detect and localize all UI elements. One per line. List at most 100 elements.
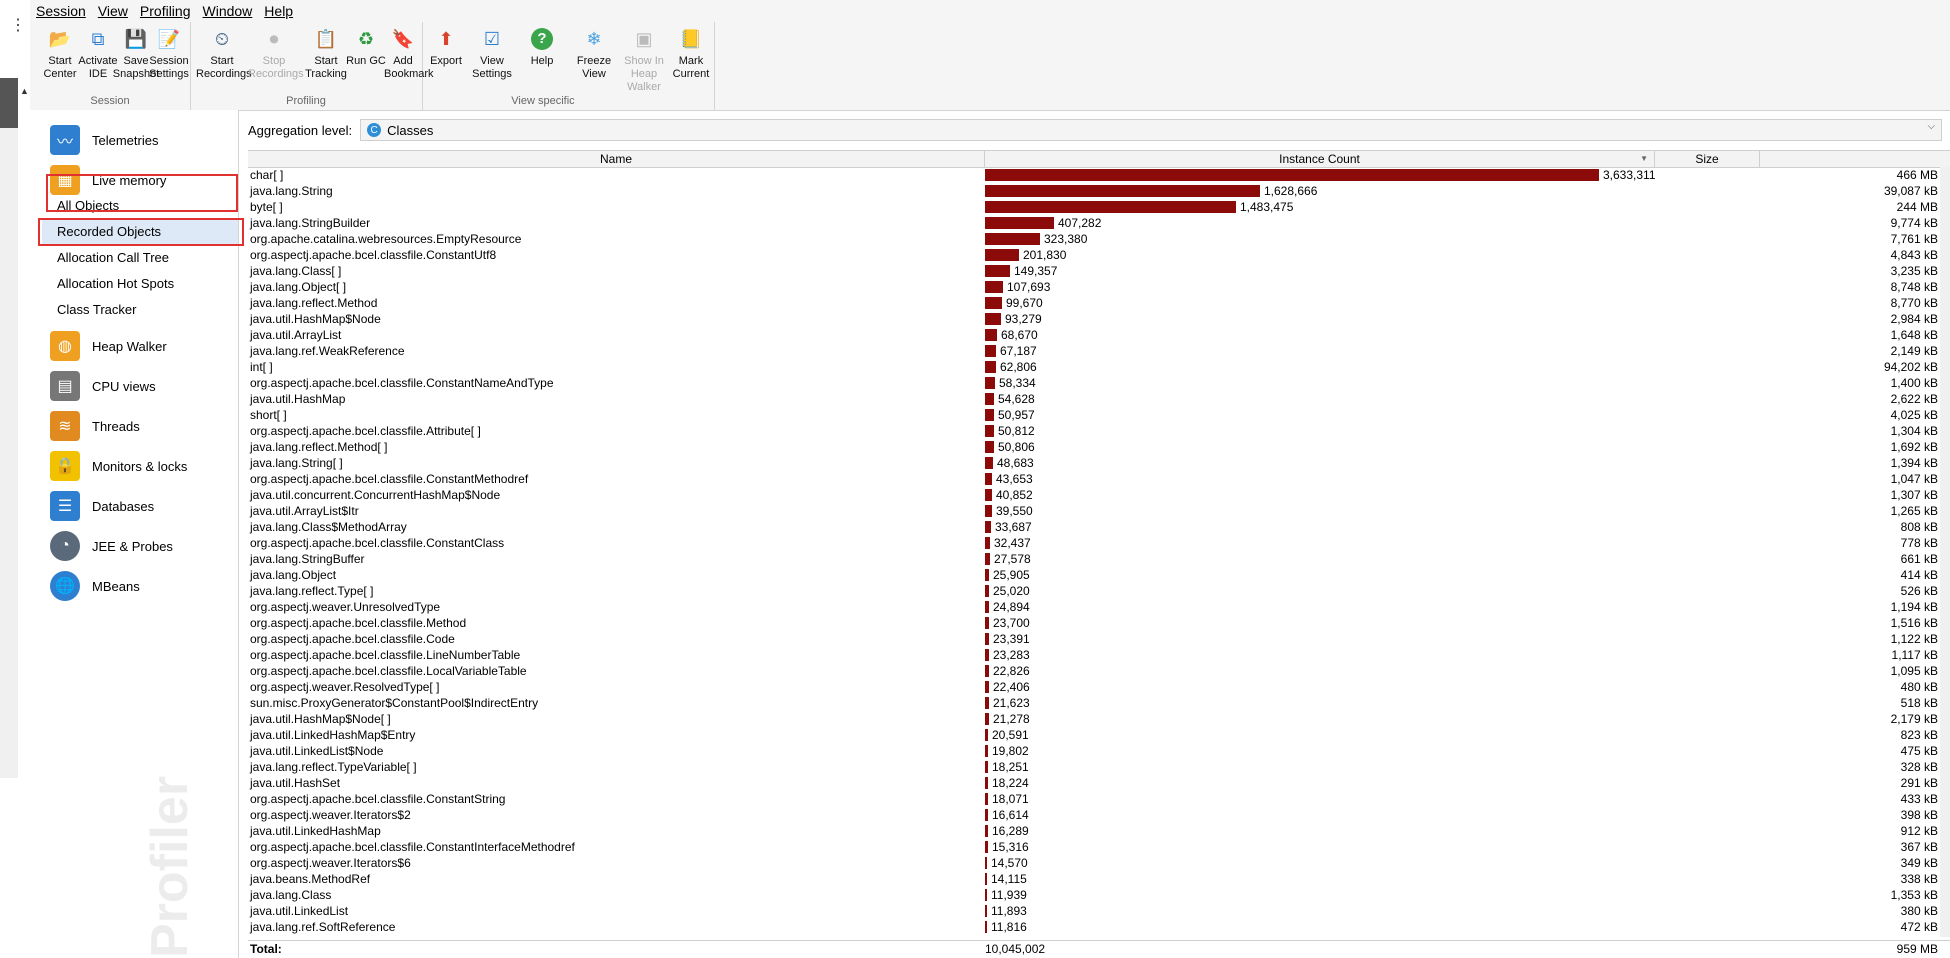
table-row[interactable]: org.aspectj.apache.bcel.classfile.LineNu… [248, 647, 1950, 663]
instance-count-bar [985, 249, 1019, 261]
table-row[interactable]: org.aspectj.weaver.UnresolvedType 24,894 1… [248, 599, 1950, 615]
table-row[interactable]: java.lang.ref.WeakReference 67,187 2,149 k… [248, 343, 1950, 359]
sidebar-item-telemetries[interactable]: 〰 Telemetries [50, 120, 230, 160]
table-row[interactable]: java.util.HashSet 18,224 291 kB [248, 775, 1950, 791]
table-row[interactable]: org.aspectj.weaver.ResolvedType[ ] 22,406… [248, 679, 1950, 695]
table-row[interactable]: org.aspectj.apache.bcel.classfile.Code 23… [248, 631, 1950, 647]
aggregation-select[interactable]: C Classes ⌵ [360, 119, 1943, 141]
instance-count-cell: 62,806 [1000, 360, 1037, 374]
instance-count-bar [985, 425, 994, 437]
collapse-up-icon[interactable]: ▲ [20, 86, 29, 96]
table-row[interactable]: org.aspectj.apache.bcel.classfile.LocalV… [248, 663, 1950, 679]
subitem-allocation-call-tree[interactable]: Allocation Call Tree [57, 246, 169, 270]
show-in-heap-walker-button[interactable]: ▣ Show In Heap Walker [616, 26, 672, 94]
table-row[interactable]: org.aspectj.apache.bcel.classfile.Method… [248, 615, 1950, 631]
highlight-box-live-memory [46, 174, 238, 212]
view-settings-button[interactable]: ☑ View Settings [466, 26, 518, 81]
instance-count-bar [985, 841, 988, 853]
session-settings-button[interactable]: 📝 Session Settings [148, 26, 190, 81]
mark-current-button[interactable]: 📒 Mark Current [668, 26, 714, 81]
instance-count-cell: 67,187 [1000, 344, 1037, 358]
class-name-cell: java.util.LinkedList$Node [250, 744, 384, 758]
help-icon: ? [529, 26, 555, 52]
more-options-icon[interactable]: ⋮ [10, 18, 26, 34]
table-row[interactable]: java.lang.String 1,628,666 39,087 kB [248, 183, 1950, 199]
table-row[interactable]: java.lang.reflect.TypeVariable[ ] 18,251 3… [248, 759, 1950, 775]
table-row[interactable]: java.lang.reflect.Type[ ] 25,020 526 kB [248, 583, 1950, 599]
table-row[interactable]: java.lang.Object[ ] 107,693 8,748 kB [248, 279, 1950, 295]
table-row[interactable]: org.aspectj.apache.bcel.classfile.Consta… [248, 247, 1950, 263]
recycle-icon: ♻ [357, 28, 375, 49]
export-button[interactable]: ⬆ Export [426, 26, 466, 68]
table-row[interactable]: java.lang.StringBuffer 27,578 661 kB [248, 551, 1950, 567]
table-row[interactable]: java.lang.reflect.Method[ ] 50,806 1,692 k… [248, 439, 1950, 455]
run-gc-button[interactable]: ♻ Run GC [346, 26, 386, 68]
menu-window[interactable]: Window [203, 3, 253, 19]
table-row[interactable]: java.beans.MethodRef 14,115 338 kB [248, 871, 1950, 887]
table-row[interactable]: int[ ] 62,806 94,202 kB [248, 359, 1950, 375]
instance-count-bar [985, 793, 988, 805]
table-row[interactable]: org.aspectj.apache.bcel.classfile.Consta… [248, 375, 1950, 391]
table-row[interactable]: java.lang.Class[ ] 149,357 3,235 kB [248, 263, 1950, 279]
table-row[interactable]: org.aspectj.apache.bcel.classfile.Consta… [248, 471, 1950, 487]
vertical-scrollbar[interactable] [1940, 167, 1950, 937]
table-row[interactable]: short[ ] 50,957 4,025 kB [248, 407, 1950, 423]
table-row[interactable]: java.util.concurrent.ConcurrentHashMap$N… [248, 487, 1950, 503]
table-row[interactable]: java.lang.Object 25,905 414 kB [248, 567, 1950, 583]
column-header-instance-count[interactable]: Instance Count ▼ [985, 151, 1655, 167]
sidebar-item-heap-walker[interactable]: ◍ Heap Walker [50, 326, 230, 366]
menubar: Session View Profiling Window Help [36, 0, 305, 22]
table-row[interactable]: org.aspectj.weaver.Iterators$2 16,614 398 … [248, 807, 1950, 823]
menu-view[interactable]: View [98, 3, 128, 19]
sidebar-item-mbeans[interactable]: 🌐 MBeans [50, 566, 230, 606]
sidebar-item-monitors-locks[interactable]: 🔒 Monitors & locks [50, 446, 230, 486]
table-row[interactable]: java.util.LinkedHashMap$Entry 20,591 823 k… [248, 727, 1950, 743]
table-row[interactable]: java.lang.reflect.Method 99,670 8,770 kB [248, 295, 1950, 311]
table-row[interactable]: org.apache.catalina.webresources.EmptyRe… [248, 231, 1950, 247]
sidebar-item-threads[interactable]: ≋ Threads [50, 406, 230, 446]
table-row[interactable]: char[ ] 3,633,311 466 MB [248, 167, 1950, 183]
table-row[interactable]: java.lang.ref.SoftReference 11,816 472 kB [248, 919, 1950, 935]
menu-session[interactable]: Session [36, 3, 86, 19]
instance-count-bar [985, 329, 997, 341]
table-row[interactable]: java.lang.StringBuilder 407,282 9,774 kB [248, 215, 1950, 231]
table-row[interactable]: java.util.LinkedList 11,893 380 kB [248, 903, 1950, 919]
table-row[interactable]: byte[ ] 1,483,475 244 MB [248, 199, 1950, 215]
table-row[interactable]: org.aspectj.apache.bcel.classfile.Attrib… [248, 423, 1950, 439]
sidebar-item-cpu-views[interactable]: ▤ CPU views [50, 366, 230, 406]
table-row[interactable]: java.util.HashMap$Node 93,279 2,984 kB [248, 311, 1950, 327]
class-name-cell: org.aspectj.apache.bcel.classfile.LineNu… [250, 648, 521, 662]
table-row[interactable]: java.util.ArrayList$Itr 39,550 1,265 kB [248, 503, 1950, 519]
start-tracking-button[interactable]: 📋 Start Tracking [300, 26, 352, 81]
column-header-name[interactable]: Name [248, 151, 985, 167]
table-row[interactable]: java.util.LinkedHashMap 16,289 912 kB [248, 823, 1950, 839]
menu-help[interactable]: Help [264, 3, 293, 19]
table-row[interactable]: org.aspectj.apache.bcel.classfile.Consta… [248, 839, 1950, 855]
start-recordings-button[interactable]: ⏲ Start Recordings [196, 26, 252, 81]
sidebar-item-databases[interactable]: ☰ Databases [50, 486, 230, 526]
instance-count-cell: 54,628 [998, 392, 1035, 406]
table-row[interactable]: org.aspectj.apache.bcel.classfile.Consta… [248, 791, 1950, 807]
table-row[interactable]: java.util.HashMap$Node[ ] 21,278 2,179 kB [248, 711, 1950, 727]
table-row[interactable]: org.aspectj.apache.bcel.classfile.Consta… [248, 535, 1950, 551]
table-row[interactable]: java.lang.Class$MethodArray 33,687 808 kB [248, 519, 1950, 535]
menu-profiling[interactable]: Profiling [140, 3, 191, 19]
table-row[interactable]: java.util.HashMap 54,628 2,622 kB [248, 391, 1950, 407]
table-row[interactable]: java.util.LinkedList$Node 19,802 475 kB [248, 743, 1950, 759]
subitem-class-tracker[interactable]: Class Tracker [57, 298, 136, 322]
table-row[interactable]: org.aspectj.weaver.Iterators$6 14,570 349 … [248, 855, 1950, 871]
subitem-allocation-hot-spots[interactable]: Allocation Hot Spots [57, 272, 174, 296]
stop-recordings-button[interactable]: ⏺ Stop Recordings [248, 26, 304, 81]
table-row[interactable]: java.lang.String[ ] 48,683 1,394 kB [248, 455, 1950, 471]
help-button[interactable]: ? Help [522, 26, 562, 68]
instance-count-bar [985, 297, 1002, 309]
column-header-size[interactable]: Size [1655, 151, 1760, 167]
table-row[interactable]: java.util.ArrayList 68,670 1,648 kB [248, 327, 1950, 343]
add-bookmark-button[interactable]: 🔖 Add Bookmark [384, 26, 434, 81]
freeze-view-button[interactable]: ❄ Freeze View [572, 26, 616, 81]
table-row[interactable]: java.lang.Class 11,939 1,353 kB [248, 887, 1950, 903]
sidebar-item-jee-probes[interactable]: ◔ JEE & Probes [50, 526, 230, 566]
table-row[interactable]: sun.misc.ProxyGenerator$ConstantPool$Ind… [248, 695, 1950, 711]
size-cell: 912 kB [1900, 824, 1938, 838]
instance-count-cell: 11,939 [991, 888, 1027, 902]
